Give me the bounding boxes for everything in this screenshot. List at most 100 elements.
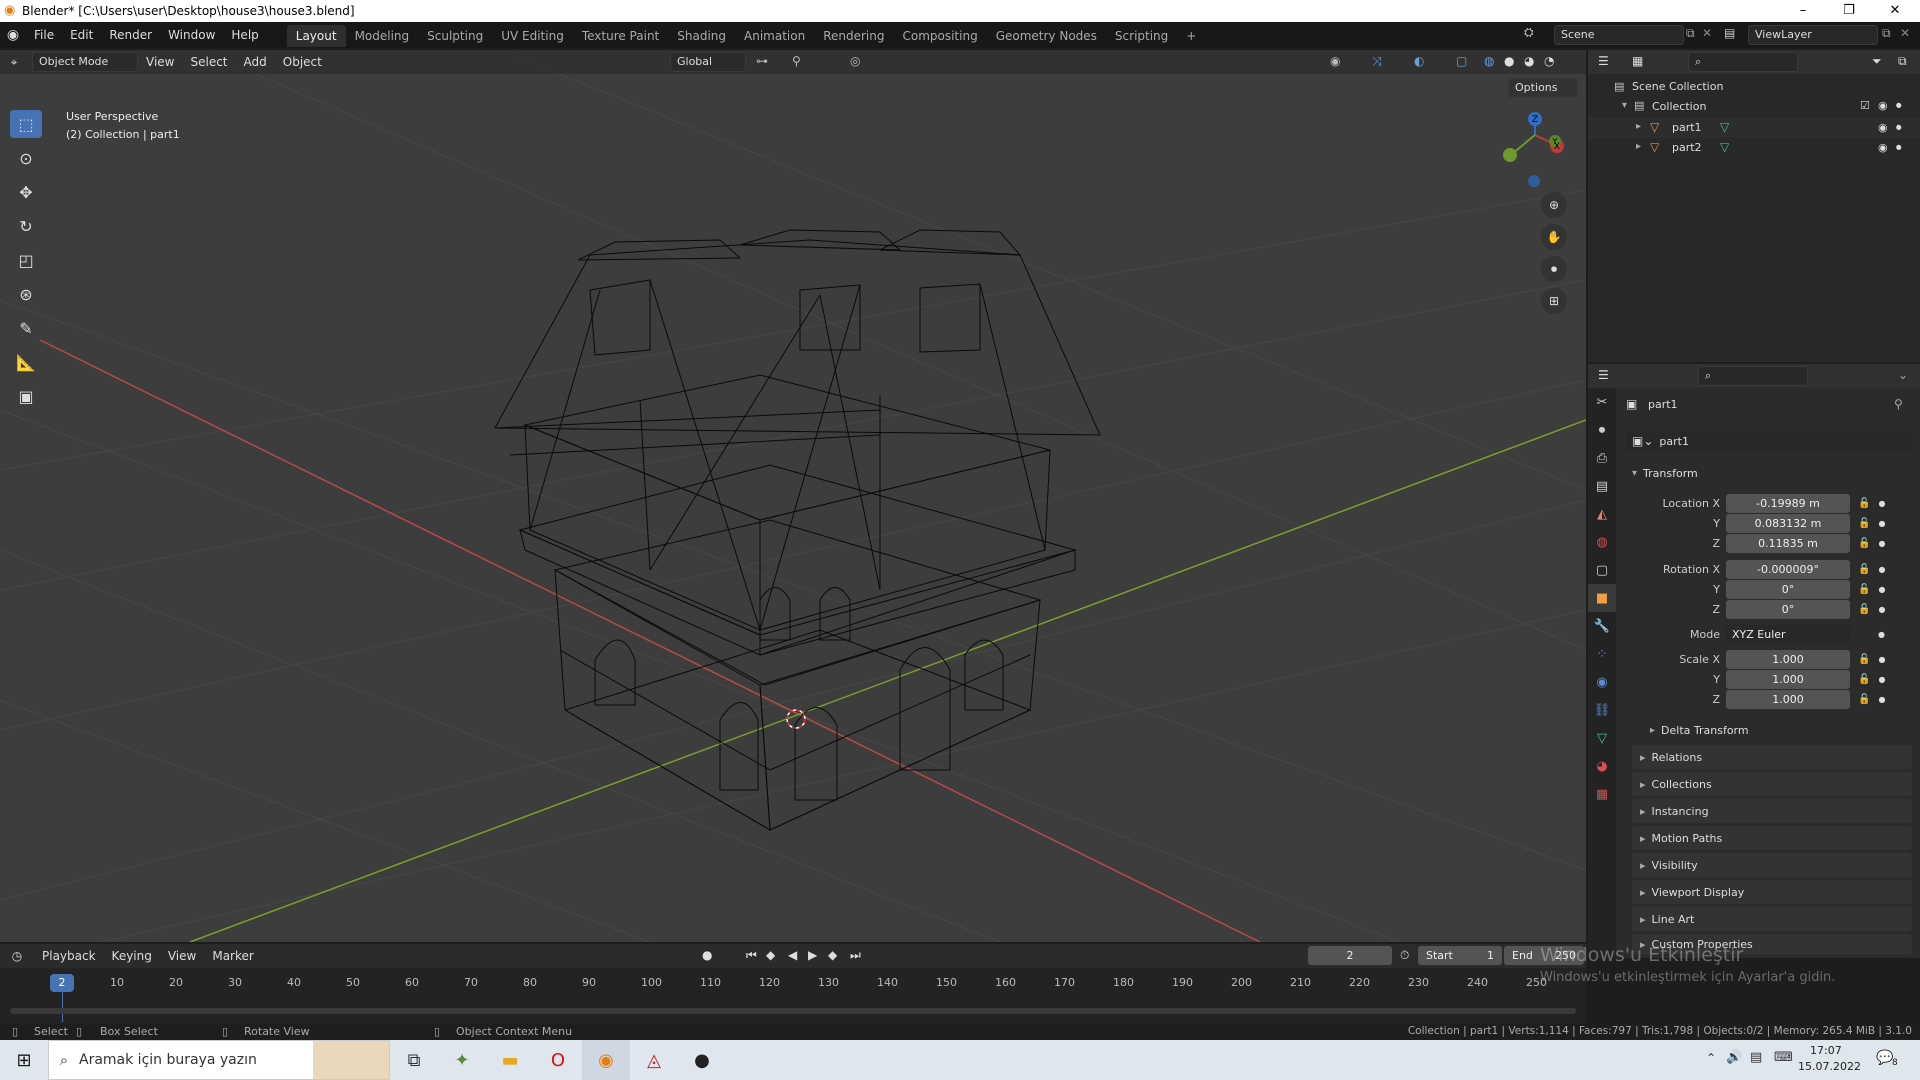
auto-keying-icon[interactable]: ● [702, 948, 712, 962]
eye-icon[interactable]: ◉ [1878, 121, 1888, 134]
camera-icon[interactable]: ⏺ [1541, 256, 1567, 282]
lock-icon[interactable]: 🔓 [1858, 518, 1870, 529]
rotation-y-field[interactable]: 0° [1726, 579, 1850, 599]
physics-tab-icon[interactable]: ◉ [1588, 668, 1616, 696]
prev-keyframe-icon[interactable]: ◆ [766, 948, 775, 962]
windows-start-icon[interactable]: ⊞ [0, 1040, 48, 1080]
scale-y-field[interactable]: 1.000 [1726, 669, 1850, 689]
tab-uv-editing[interactable]: UV Editing [492, 25, 573, 47]
new-view-layer-icon[interactable]: ⧉ [1882, 26, 1891, 41]
lock-icon[interactable]: 🔓 [1858, 564, 1870, 575]
instancing-section[interactable]: ▸ Instancing [1632, 799, 1912, 823]
rotation-mode-select[interactable]: XYZ Euler [1726, 624, 1850, 644]
keyframe-dot-icon[interactable]: ● [1878, 519, 1885, 528]
menu-add[interactable]: Add [236, 55, 275, 69]
tab-compositing[interactable]: Compositing [893, 25, 986, 47]
opera-browser-icon[interactable]: O [534, 1040, 582, 1080]
list-item[interactable]: ▸ ▽ part1 ▽ ◉ ⏺ [1588, 118, 1920, 138]
cursor-tool-icon[interactable]: ⊙ [10, 144, 42, 172]
collection-label[interactable]: Collection [1652, 100, 1706, 113]
jump-end-icon[interactable]: ⏭ [850, 948, 861, 963]
lock-icon[interactable]: 🔓 [1858, 694, 1870, 705]
rotate-tool-icon[interactable]: ↻ [10, 212, 42, 240]
transform-tool-icon[interactable]: ⊛ [10, 280, 42, 308]
close-icon[interactable]: ✕ [1872, 0, 1918, 22]
grid-projection-icon[interactable]: ⊞ [1541, 288, 1567, 314]
render-camera-icon[interactable]: ⏺ [1896, 121, 1902, 135]
current-frame-field[interactable]: 2 [1308, 946, 1392, 965]
exclude-checkbox[interactable]: ☑ [1860, 99, 1870, 112]
view-layer-tab-icon[interactable]: ▤ [1588, 472, 1616, 500]
keyframe-dot-icon[interactable]: ● [1878, 499, 1885, 508]
3d-viewport[interactable]: Z X Y User Perspective (2) Collection | … [0, 50, 1586, 942]
app-icon[interactable]: ✦ [438, 1040, 486, 1080]
menu-file[interactable]: File [26, 22, 62, 48]
material-tab-icon[interactable]: ◕ [1588, 752, 1616, 780]
menu-object[interactable]: Object [275, 55, 330, 69]
keyframe-dot-icon[interactable]: ● [1878, 630, 1885, 639]
output-tab-icon[interactable]: ⎙ [1588, 444, 1616, 472]
rotation-x-field[interactable]: -0.000009° [1726, 559, 1850, 579]
visibility-icon[interactable]: ◉ [1330, 54, 1340, 68]
rendered-shading-icon[interactable]: ◔ [1544, 54, 1554, 68]
overlay-toggle-icon[interactable]: ◐ [1414, 54, 1424, 68]
editor-type-icon[interactable]: ⌖ [0, 55, 28, 70]
remove-scene-icon[interactable]: ✕ [1702, 26, 1712, 40]
task-view-icon[interactable]: ⧉ [390, 1040, 438, 1080]
keyframe-dot-icon[interactable]: ● [1878, 565, 1885, 574]
gizmo-toggle-icon[interactable]: ⤨ [1372, 54, 1382, 69]
taskbar-search-input[interactable]: ⌕ Aramak için buraya yazın [48, 1040, 390, 1080]
taskbar-date[interactable]: 15.07.2022 [1798, 1060, 1861, 1073]
tab-layout[interactable]: Layout [286, 25, 346, 47]
tab-modeling[interactable]: Modeling [346, 25, 419, 47]
keyframe-dot-icon[interactable]: ● [1878, 605, 1885, 614]
rotation-z-field[interactable]: 0° [1726, 599, 1850, 619]
taskbar-time[interactable]: 17:07 [1810, 1044, 1842, 1057]
lock-icon[interactable]: 🔓 [1858, 538, 1870, 549]
properties-editor-icon[interactable]: ☰ [1598, 368, 1609, 382]
menu-select[interactable]: Select [182, 55, 235, 69]
location-x-field[interactable]: -0.19989 m [1726, 493, 1850, 513]
menu-help[interactable]: Help [223, 22, 266, 48]
menu-keying[interactable]: Keying [104, 949, 160, 963]
texture-tab-icon[interactable]: ▦ [1588, 780, 1616, 808]
scale-tool-icon[interactable]: ◰ [10, 246, 42, 274]
menu-view[interactable]: View [138, 55, 182, 69]
material-shading-icon[interactable]: ◕ [1524, 54, 1534, 68]
remove-view-layer-icon[interactable]: ✕ [1900, 26, 1910, 40]
eye-icon[interactable]: ◉ [1878, 141, 1888, 154]
lock-icon[interactable]: 🔓 [1858, 584, 1870, 595]
scale-z-field[interactable]: 1.000 [1726, 689, 1850, 709]
tool-tab-icon[interactable]: ✂ [1588, 388, 1616, 416]
play-reverse-icon[interactable]: ◀ [788, 948, 797, 962]
outliner-item-label[interactable]: part1 [1672, 121, 1702, 134]
view-layer-selector[interactable]: ViewLayer [1748, 25, 1878, 45]
chevron-right-icon[interactable]: ▸ [1636, 121, 1641, 132]
new-collection-icon[interactable]: ⧉ [1898, 54, 1907, 69]
start-frame-field[interactable]: Start 1 [1418, 946, 1502, 965]
outliner-search-input[interactable]: ⌕ [1688, 52, 1798, 72]
timeline-editor-icon[interactable]: ◷ [0, 949, 34, 963]
proportional-edit-icon[interactable]: ◎ [850, 54, 860, 68]
restore-icon[interactable]: ❐ [1826, 0, 1872, 22]
line-art-section[interactable]: ▸ Line Art [1632, 907, 1912, 931]
view-layer-icon[interactable]: ▤ [1724, 26, 1735, 40]
particles-tab-icon[interactable]: ⁘ [1588, 640, 1616, 668]
lock-icon[interactable]: 🔓 [1858, 604, 1870, 615]
blender-menu-icon[interactable]: ◉ [0, 27, 26, 43]
keyframe-dot-icon[interactable]: ● [1878, 585, 1885, 594]
add-workspace-icon[interactable]: + [1177, 25, 1205, 47]
relations-section[interactable]: ▸ Relations [1632, 745, 1912, 769]
chevron-up-icon[interactable]: ⌃ [1706, 1051, 1716, 1065]
menu-edit[interactable]: Edit [62, 22, 101, 48]
scale-x-field[interactable]: 1.000 [1726, 649, 1850, 669]
jump-start-icon[interactable]: ⏮ [746, 948, 757, 963]
timeline-scrollbar[interactable] [10, 1008, 1576, 1014]
file-explorer-icon[interactable]: ▬ [486, 1040, 534, 1080]
language-icon[interactable]: ⌨ [1774, 1050, 1793, 1065]
location-z-field[interactable]: 0.11835 m [1726, 533, 1850, 553]
options-dropdown[interactable]: Options [1508, 78, 1578, 98]
collection-tab-icon[interactable]: ▢ [1588, 556, 1616, 584]
object-tab-icon[interactable]: ■ [1588, 584, 1616, 612]
measure-tool-icon[interactable]: 📐 [10, 348, 42, 376]
